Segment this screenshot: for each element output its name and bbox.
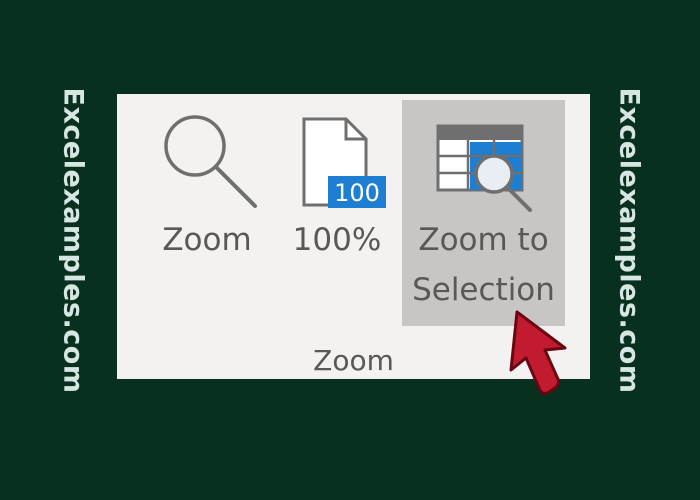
- zoom-button-label: Zoom: [162, 222, 252, 258]
- zoom-to-selection-label-line2: Selection: [412, 272, 555, 308]
- watermark-left: Excelexamples.com: [55, 87, 91, 393]
- zoom-100-badge: 100: [334, 179, 380, 207]
- magnifier-icon: [164, 115, 257, 208]
- zoom-to-selection-button[interactable]: Zoom to Selection: [402, 100, 565, 326]
- zoom-to-selection-icon: [436, 124, 532, 212]
- watermark-right-text: Excelexamples.com: [613, 87, 645, 393]
- watermark-right: Excelexamples.com: [611, 87, 647, 393]
- zoom-button[interactable]: Zoom: [147, 102, 267, 326]
- watermark-left-text: Excelexamples.com: [57, 87, 89, 393]
- zoom-100-button-label: 100%: [292, 222, 382, 258]
- mouse-pointer-icon: [509, 310, 567, 395]
- zoom-100-button[interactable]: 100 100%: [277, 102, 397, 326]
- zoom-to-selection-label-line1: Zoom to: [418, 222, 549, 258]
